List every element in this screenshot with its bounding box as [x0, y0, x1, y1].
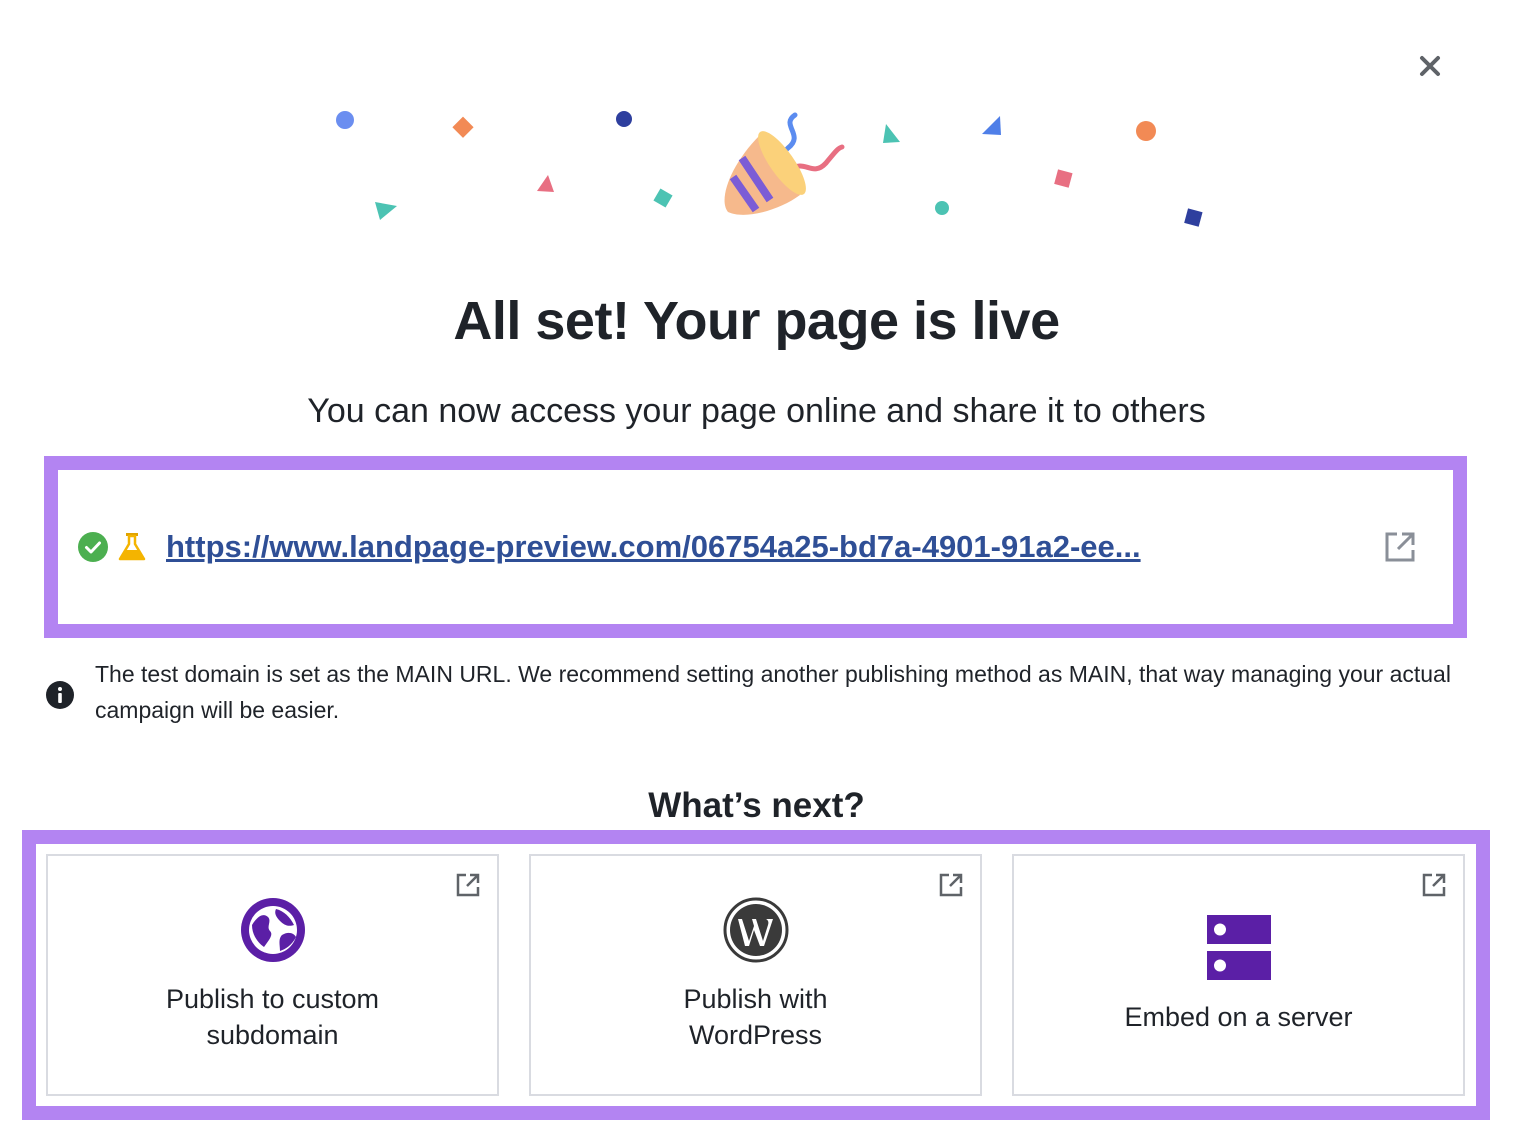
confetti-illustration: [336, 111, 1203, 227]
confetti-piece: [883, 124, 900, 143]
cards-container: Publish to custom subdomain Publish with…: [36, 844, 1476, 1106]
card-label: Publish with WordPress: [683, 984, 828, 1050]
url-highlight: https://www.landpage-preview.com/06754a2…: [44, 456, 1467, 638]
check-circle-icon: [78, 532, 108, 562]
confetti-piece: [616, 111, 632, 127]
external-link-icon: [1422, 873, 1446, 897]
flask-icon: [118, 533, 146, 561]
globe-icon: [240, 898, 305, 962]
page-url-link[interactable]: https://www.landpage-preview.com/06754a2…: [166, 529, 1251, 565]
info-message: The test domain is set as the MAIN URL. …: [95, 661, 1451, 723]
confetti-piece: [1136, 121, 1156, 141]
url-panel: https://www.landpage-preview.com/06754a2…: [58, 470, 1453, 624]
confetti-piece: [982, 116, 1001, 135]
external-link-icon[interactable]: [1383, 530, 1417, 564]
page-title: All set! Your page is live: [453, 291, 1060, 351]
info-icon: [46, 681, 74, 709]
confetti-piece: [537, 175, 554, 192]
embed-server-card[interactable]: Embed on a server: [1012, 854, 1465, 1096]
confetti-piece: [336, 111, 354, 129]
wordpress-icon: [723, 897, 788, 963]
card-label: Publish to custom subdomain: [165, 984, 380, 1050]
card-label: Embed on a server: [1124, 1002, 1353, 1032]
confetti-piece: [375, 202, 397, 220]
confetti-piece: [1054, 169, 1073, 188]
cards-highlight: Publish to custom subdomain Publish with…: [22, 830, 1490, 1120]
publish-wordpress-card[interactable]: Publish with WordPress: [529, 854, 982, 1096]
page-subtitle: You can now access your page online and …: [307, 392, 1206, 430]
confetti-piece: [1184, 208, 1203, 227]
external-link-icon: [939, 873, 963, 897]
party-popper-icon: [724, 112, 845, 215]
publish-subdomain-card[interactable]: Publish to custom subdomain: [46, 854, 499, 1096]
confetti-piece: [452, 116, 474, 138]
server-icon: [1206, 915, 1271, 980]
whats-next-heading: What’s next?: [648, 786, 865, 825]
confetti-piece: [653, 188, 673, 208]
confetti-piece: [935, 201, 949, 215]
external-link-icon: [456, 873, 480, 897]
